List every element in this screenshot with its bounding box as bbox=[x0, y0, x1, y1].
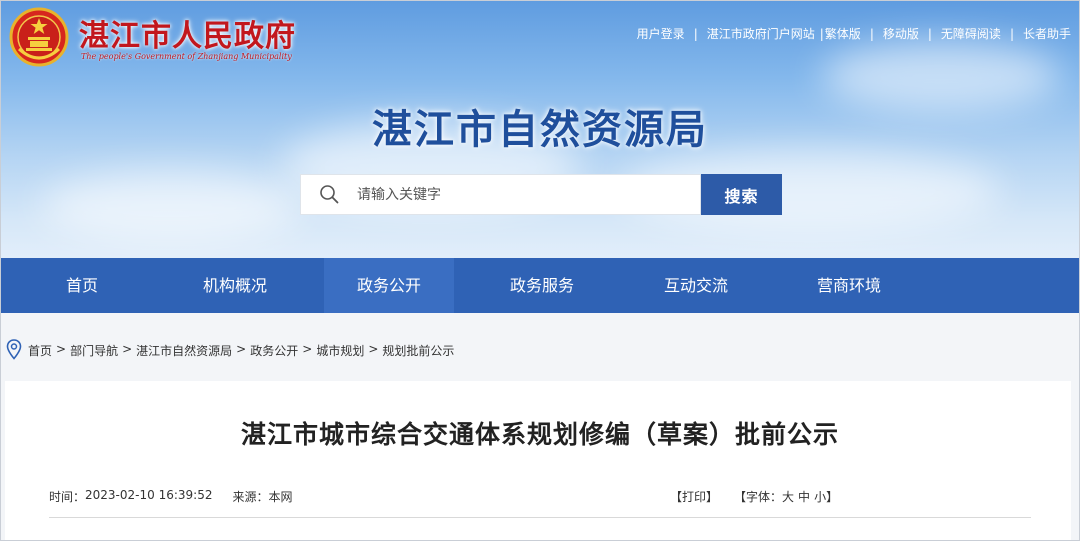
article-tools: 【打印】 【字体： 大 中 小 】 bbox=[670, 488, 838, 505]
search-icon bbox=[320, 185, 339, 204]
publish-time: 2023-02-10 16:39:52 bbox=[85, 488, 213, 502]
bureau-title: 湛江市自然资源局 bbox=[372, 107, 708, 153]
font-size-close: 】 bbox=[826, 490, 839, 504]
portal-link[interactable]: 湛江市政府门户网站 bbox=[707, 25, 815, 42]
breadcrumb-separator: > bbox=[368, 342, 379, 356]
breadcrumb-separator: > bbox=[122, 342, 133, 356]
nav-item-interaction[interactable]: 互动交流 bbox=[631, 258, 761, 313]
nav-item-organization[interactable]: 机构概况 bbox=[170, 258, 300, 313]
breadcrumb-separator: > bbox=[236, 342, 247, 356]
time-label: 时间： bbox=[49, 490, 86, 504]
breadcrumb-government-affairs[interactable]: 政务公开 bbox=[250, 342, 298, 359]
breadcrumb-planning-notice[interactable]: 规划批前公示 bbox=[382, 342, 454, 359]
breadcrumb-urban-planning[interactable]: 城市规划 bbox=[316, 342, 364, 359]
breadcrumb-separator: > bbox=[56, 342, 67, 356]
separator: | bbox=[693, 26, 698, 41]
mobile-version-link[interactable]: 移动版 bbox=[883, 25, 919, 42]
source-label: 来源： bbox=[232, 490, 269, 504]
divider bbox=[49, 517, 1031, 518]
search-input[interactable] bbox=[347, 175, 695, 214]
breadcrumb-department-nav[interactable]: 部门导航 bbox=[70, 342, 118, 359]
elder-assistant-link[interactable]: 长者助手 bbox=[1023, 25, 1071, 42]
nav-item-business-environment[interactable]: 营商环境 bbox=[784, 258, 914, 313]
nav-item-home[interactable]: 首页 bbox=[17, 258, 147, 313]
separator: | bbox=[869, 26, 874, 41]
font-size-label: 【字体： bbox=[734, 490, 783, 504]
source-value: 本网 bbox=[268, 490, 293, 504]
nav-item-government-affairs[interactable]: 政务公开 bbox=[324, 258, 454, 313]
separator: | bbox=[927, 26, 932, 41]
article-meta: 时间： 2023-02-10 16:39:52 来源： 本网 bbox=[49, 488, 293, 505]
separator: | bbox=[1009, 26, 1014, 41]
accessibility-link[interactable]: 无障碍阅读 bbox=[941, 25, 1001, 42]
print-link[interactable]: 【打印】 bbox=[670, 488, 718, 505]
main-nav: 首页 机构概况 政务公开 政务服务 互动交流 营商环境 bbox=[1, 258, 1079, 313]
font-size-large[interactable]: 大 bbox=[782, 488, 794, 505]
font-size-small[interactable]: 小 bbox=[814, 488, 826, 505]
article-title: 湛江市城市综合交通体系规划修编（草案）批前公示 bbox=[240, 420, 839, 449]
site-name: 湛江市人民政府 bbox=[79, 19, 296, 54]
breadcrumb: 首页 > 部门导航 > 湛江市自然资源局 > 政务公开 > 城市规划 > 规划批… bbox=[28, 342, 454, 359]
search-button[interactable]: 搜索 bbox=[701, 174, 782, 215]
font-size-medium[interactable]: 中 bbox=[798, 488, 810, 505]
header-banner: 湛江市人民政府 The people's Government of Zhanj… bbox=[1, 1, 1079, 258]
traditional-chinese-link[interactable]: 繁体版 bbox=[825, 25, 861, 42]
nav-item-government-services[interactable]: 政务服务 bbox=[477, 258, 607, 313]
breadcrumb-bureau[interactable]: 湛江市自然资源局 bbox=[136, 342, 232, 359]
site-subtitle: The people's Government of Zhanjiang Mun… bbox=[81, 52, 292, 61]
location-pin-icon bbox=[6, 339, 22, 360]
page-frame: 湛江市人民政府 The people's Government of Zhanj… bbox=[0, 0, 1080, 541]
national-emblem-icon bbox=[9, 7, 69, 67]
top-links: 用户登录 | 湛江市政府门户网站 | 繁体版 | 移动版 | 无障碍阅读 | 长… bbox=[637, 25, 1071, 42]
breadcrumb-separator: > bbox=[302, 342, 313, 356]
separator: | bbox=[819, 26, 824, 41]
login-link[interactable]: 用户登录 bbox=[637, 25, 685, 42]
breadcrumb-home[interactable]: 首页 bbox=[28, 342, 52, 359]
